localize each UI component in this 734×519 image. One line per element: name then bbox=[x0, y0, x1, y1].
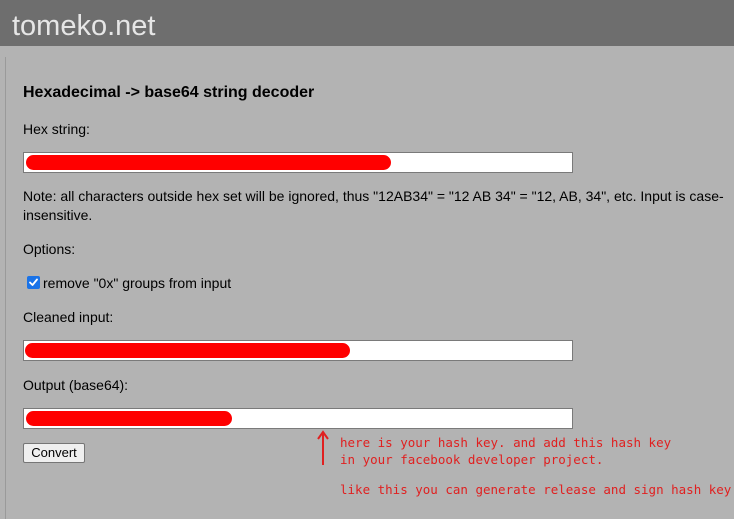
up-arrow-icon bbox=[317, 430, 329, 465]
site-header: tomeko.net bbox=[0, 0, 734, 46]
remove-0x-checkbox[interactable] bbox=[27, 276, 40, 289]
annotation-line-3: like this you can generate release and s… bbox=[340, 482, 734, 497]
convert-button[interactable]: Convert bbox=[23, 443, 85, 463]
page-title: Hexadecimal -> base64 string decoder bbox=[23, 84, 315, 101]
hex-string-input[interactable] bbox=[23, 152, 573, 173]
cleaned-input-field[interactable] bbox=[23, 340, 573, 361]
remove-0x-label[interactable]: remove "0x" groups from input bbox=[43, 274, 231, 292]
annotation-line-2: in your facebook developer project. bbox=[340, 452, 604, 467]
output-field[interactable] bbox=[23, 408, 573, 429]
checkmark-icon bbox=[29, 278, 38, 286]
output-label: Output (base64): bbox=[23, 377, 129, 393]
site-title[interactable]: tomeko.net bbox=[12, 8, 155, 44]
cleaned-input-label: Cleaned input: bbox=[23, 309, 114, 325]
annotation-line-1: here is your hash key. and add this hash… bbox=[340, 435, 672, 450]
redacted-hex-value bbox=[26, 155, 391, 170]
note-text: Note: all characters outside hex set wil… bbox=[23, 188, 724, 223]
redacted-output-value bbox=[26, 411, 232, 426]
options-label: Options: bbox=[23, 241, 76, 257]
redacted-cleaned-value bbox=[25, 343, 350, 358]
hex-string-label: Hex string: bbox=[23, 121, 90, 137]
